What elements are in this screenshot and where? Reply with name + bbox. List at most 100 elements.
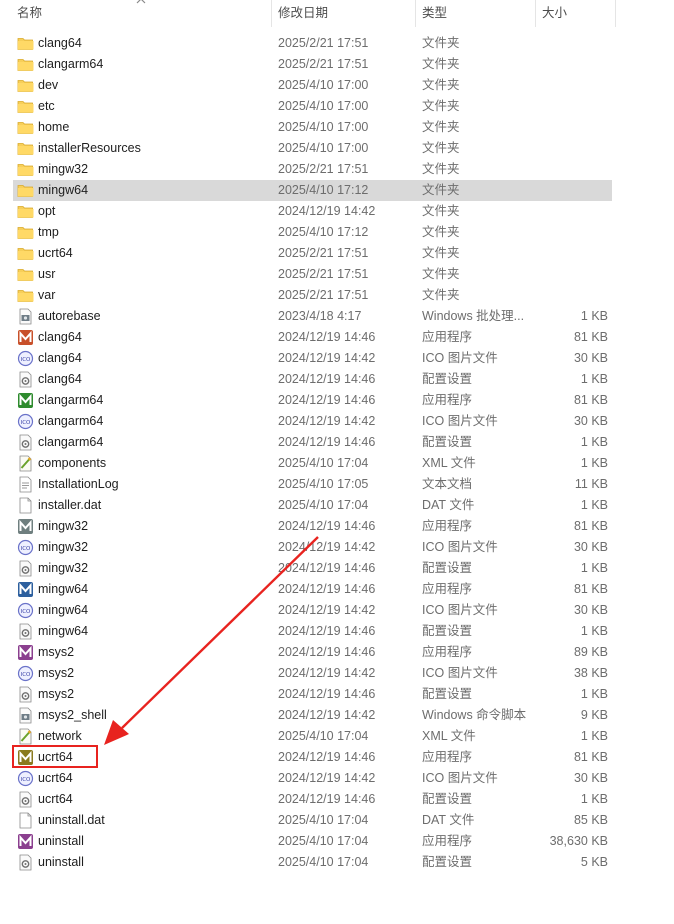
file-modified-date: 2024/12/19 14:42 xyxy=(278,771,376,785)
file-row[interactable]: uninstall.dat 2025/4/10 17:04 DAT 文件 85 KB xyxy=(0,810,674,831)
file-row[interactable]: uninstall 2025/4/10 17:04 应用程序 38,630 KB xyxy=(0,831,674,852)
file-row[interactable]: mingw32 2025/2/21 17:51 文件夹 xyxy=(0,159,674,180)
file-row[interactable]: clang64 2024/12/19 14:46 配置设置 1 KB xyxy=(0,369,674,390)
file-row[interactable]: usr 2025/2/21 17:51 文件夹 xyxy=(0,264,674,285)
file-modified-date: 2025/4/10 17:04 xyxy=(278,855,369,869)
file-name: mingw32 xyxy=(38,519,89,533)
file-type: 应用程序 xyxy=(422,330,473,344)
column-separator[interactable] xyxy=(415,0,416,27)
file-type: 配置设置 xyxy=(422,435,473,449)
file-modified-date: 2025/4/10 17:00 xyxy=(278,120,369,134)
column-separator[interactable] xyxy=(615,0,616,27)
file-type: ICO 图片文件 xyxy=(422,771,498,785)
file-row[interactable]: InstallationLog 2025/4/10 17:05 文本文档 11 KB xyxy=(0,474,674,495)
file-row[interactable]: msys2 2024/12/19 14:46 配置设置 1 KB xyxy=(0,684,674,705)
file-row[interactable]: installerResources 2025/4/10 17:00 文件夹 xyxy=(0,138,674,159)
file-modified-date: 2024/12/19 14:42 xyxy=(278,540,376,554)
file-row[interactable]: clangarm64 2024/12/19 14:46 配置设置 1 KB xyxy=(0,432,674,453)
file-row[interactable]: ucrt64 2024/12/19 14:46 应用程序 81 KB xyxy=(0,747,674,768)
file-row[interactable]: clang64 2024/12/19 14:46 应用程序 81 KB xyxy=(0,327,674,348)
file-row[interactable]: installer.dat 2025/4/10 17:04 DAT 文件 1 KB xyxy=(0,495,674,516)
file-modified-date: 2024/12/19 14:46 xyxy=(278,792,376,806)
file-modified-date: 2024/12/19 14:46 xyxy=(278,750,376,764)
file-row[interactable]: components 2025/4/10 17:04 XML 文件 1 KB xyxy=(0,453,674,474)
column-separator[interactable] xyxy=(535,0,536,27)
file-row[interactable]: mingw64 2024/12/19 14:46 配置设置 1 KB xyxy=(0,621,674,642)
file-row[interactable]: ICO clang64 2024/12/19 14:42 ICO 图片文件 30 KB xyxy=(0,348,674,369)
file-name: clangarm64 xyxy=(38,435,104,449)
file-type: 文件夹 xyxy=(422,57,460,71)
file-row[interactable]: home 2025/4/10 17:00 文件夹 xyxy=(0,117,674,138)
config-file-icon xyxy=(17,791,34,808)
config-file-icon xyxy=(17,434,34,451)
file-name: clangarm64 xyxy=(38,393,104,407)
file-row[interactable]: ICO ucrt64 2024/12/19 14:42 ICO 图片文件 30 KB xyxy=(0,768,674,789)
file-type: 应用程序 xyxy=(422,645,473,659)
file-row[interactable]: network 2025/4/10 17:04 XML 文件 1 KB xyxy=(0,726,674,747)
file-row[interactable]: clangarm64 2024/12/19 14:46 应用程序 81 KB xyxy=(0,390,674,411)
svg-text:ICO: ICO xyxy=(21,420,31,426)
file-modified-date: 2023/4/18 4:17 xyxy=(278,309,362,323)
config-file-icon xyxy=(17,623,34,640)
file-row[interactable]: var 2025/2/21 17:51 文件夹 xyxy=(0,285,674,306)
file-row[interactable]: ICO clangarm64 2024/12/19 14:42 ICO 图片文件 30 … xyxy=(0,411,674,432)
file-row[interactable]: autorebase 2023/4/18 4:17 Windows 批处理... 1 … xyxy=(0,306,674,327)
column-header-name[interactable]: 名称 xyxy=(17,0,42,27)
xml-file-icon xyxy=(17,728,34,745)
file-row[interactable]: mingw32 2024/12/19 14:46 配置设置 1 KB xyxy=(0,558,674,579)
file-row[interactable]: ucrt64 2024/12/19 14:46 配置设置 1 KB xyxy=(0,789,674,810)
folder-icon xyxy=(17,266,34,283)
config-file-icon xyxy=(17,371,34,388)
file-row[interactable]: ICO mingw32 2024/12/19 14:42 ICO 图片文件 30 KB xyxy=(0,537,674,558)
file-modified-date: 2024/12/19 14:46 xyxy=(278,645,376,659)
file-type: Windows 批处理... xyxy=(422,309,525,323)
file-size: 1 KB xyxy=(580,729,608,743)
file-row[interactable]: clang64 2025/2/21 17:51 文件夹 xyxy=(0,33,674,54)
file-type: Windows 命令脚本 xyxy=(422,708,527,722)
column-separator[interactable] xyxy=(271,0,272,27)
file-row[interactable]: mingw64 2025/4/10 17:12 文件夹 xyxy=(0,180,674,201)
batch-file-icon xyxy=(17,308,34,325)
folder-icon xyxy=(17,98,34,115)
file-row[interactable]: dev 2025/4/10 17:00 文件夹 xyxy=(0,75,674,96)
file-name: clang64 xyxy=(38,330,82,344)
folder-icon xyxy=(17,182,34,199)
file-modified-date: 2024/12/19 14:46 xyxy=(278,561,376,575)
file-type: 应用程序 xyxy=(422,393,473,407)
file-size: 30 KB xyxy=(573,603,608,617)
column-header-date[interactable]: 修改日期 xyxy=(278,0,328,27)
file-type: 文件夹 xyxy=(422,141,460,155)
file-modified-date: 2024/12/19 14:42 xyxy=(278,708,376,722)
file-row[interactable]: opt 2024/12/19 14:42 文件夹 xyxy=(0,201,674,222)
file-row[interactable]: tmp 2025/4/10 17:12 文件夹 xyxy=(0,222,674,243)
file-row[interactable]: msys2_shell 2024/12/19 14:42 Windows 命令脚本 9… xyxy=(0,705,674,726)
file-row[interactable]: ICO mingw64 2024/12/19 14:42 ICO 图片文件 30 KB xyxy=(0,600,674,621)
file-name: clangarm64 xyxy=(38,57,104,71)
file-row[interactable]: mingw64 2024/12/19 14:46 应用程序 81 KB xyxy=(0,579,674,600)
file-row[interactable]: uninstall 2025/4/10 17:04 配置设置 5 KB xyxy=(0,852,674,873)
file-name: msys2 xyxy=(38,645,75,659)
file-row[interactable]: ICO msys2 2024/12/19 14:42 ICO 图片文件 38 KB xyxy=(0,663,674,684)
file-name: clang64 xyxy=(38,372,82,386)
file-type: 配置设置 xyxy=(422,687,473,701)
file-row[interactable]: ucrt64 2025/2/21 17:51 文件夹 xyxy=(0,243,674,264)
file-row[interactable]: mingw32 2024/12/19 14:46 应用程序 81 KB xyxy=(0,516,674,537)
file-type: 配置设置 xyxy=(422,792,473,806)
file-row[interactable]: etc 2025/4/10 17:00 文件夹 xyxy=(0,96,674,117)
file-type: 配置设置 xyxy=(422,561,473,575)
file-type: 文件夹 xyxy=(422,36,460,50)
file-size: 1 KB xyxy=(580,687,608,701)
file-row[interactable]: msys2 2024/12/19 14:46 应用程序 89 KB xyxy=(0,642,674,663)
file-row[interactable]: clangarm64 2025/2/21 17:51 文件夹 xyxy=(0,54,674,75)
file-size: 1 KB xyxy=(580,561,608,575)
file-name: dev xyxy=(38,78,59,92)
file-name: uninstall.dat xyxy=(38,813,105,827)
folder-icon xyxy=(17,77,34,94)
file-type: 应用程序 xyxy=(422,582,473,596)
column-header-size[interactable]: 大小 xyxy=(542,0,567,27)
file-name: components xyxy=(38,456,107,470)
file-type: ICO 图片文件 xyxy=(422,351,498,365)
column-header-type[interactable]: 类型 xyxy=(422,0,447,27)
file-name: mingw64 xyxy=(38,624,89,638)
file-modified-date: 2025/4/10 17:04 xyxy=(278,813,369,827)
